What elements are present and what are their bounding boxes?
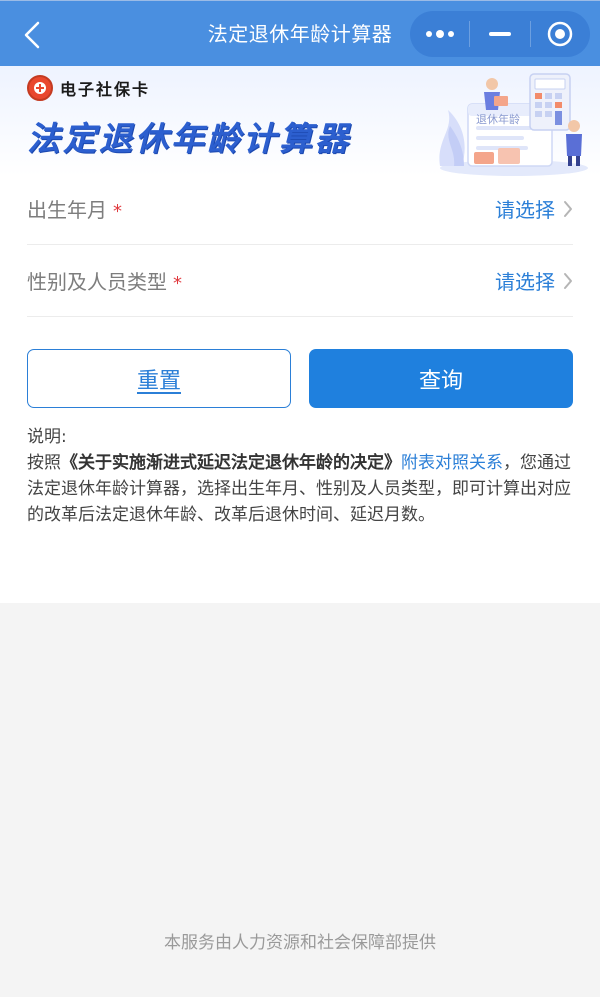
minus-icon: [488, 32, 511, 36]
chevron-right-icon: [564, 200, 572, 217]
birth-month-row[interactable]: 出生年月 * 请选择: [27, 173, 573, 245]
description-heading: 说明:: [27, 427, 67, 447]
gender-type-label-group: 性别及人员类型 *: [27, 266, 182, 295]
minimize-button[interactable]: [470, 11, 529, 57]
footer-provider: 本服务由人力资源和社会保障部提供: [164, 933, 436, 953]
appendix-table-link[interactable]: 附表对照关系: [401, 453, 503, 473]
social-security-logo-icon: [27, 75, 53, 101]
decision-document-title: 《关于实施渐进式延迟法定退休年龄的决定》: [61, 453, 401, 473]
gender-type-value: 请选择: [495, 270, 555, 294]
art-caption: 退休年龄: [476, 112, 520, 126]
brand-name: 电子社保卡: [60, 80, 151, 99]
chevron-right-icon: [564, 272, 572, 289]
back-button[interactable]: [14, 17, 50, 53]
top-bar: 法定退休年龄计算器: [0, 0, 600, 66]
main-content: 电子社保卡 法定退休年龄计算器 退休年龄 出生年月 * 请选择 性别及人员类型 …: [0, 66, 600, 603]
reset-button[interactable]: 重置: [27, 349, 291, 408]
gender-type-select[interactable]: 请选择: [495, 266, 573, 295]
more-dots-icon: [425, 30, 454, 38]
birth-month-select[interactable]: 请选择: [495, 194, 573, 223]
description-body: 按照《关于实施渐进式延迟法定退休年龄的决定》附表对照关系，您通过法定退休年龄计算…: [27, 450, 575, 528]
required-mark: *: [173, 273, 182, 294]
banner-title: 法定退休年龄计算器: [27, 119, 351, 158]
gender-type-row[interactable]: 性别及人员类型 * 请选择: [27, 245, 573, 317]
calculator-illustration-icon: 退休年龄: [439, 73, 588, 176]
birth-month-label-group: 出生年月 *: [27, 194, 122, 223]
mini-program-capsule: [410, 11, 590, 57]
close-button[interactable]: [531, 11, 590, 57]
chevron-left-icon: [24, 21, 40, 49]
gender-type-label: 性别及人员类型: [27, 270, 167, 294]
birth-month-value: 请选择: [495, 198, 555, 222]
target-circle-icon: [548, 21, 573, 47]
query-button[interactable]: 查询: [309, 349, 573, 408]
brand: 电子社保卡: [27, 75, 150, 101]
banner: 电子社保卡 法定退休年龄计算器 退休年龄: [0, 66, 600, 176]
description: 说明: 按照《关于实施渐进式延迟法定退休年龄的决定》附表对照关系，您通过法定退休…: [27, 424, 575, 528]
more-button[interactable]: [410, 11, 469, 57]
required-mark: *: [113, 201, 122, 222]
description-prefix: 按照: [27, 453, 61, 473]
birth-month-label: 出生年月: [27, 198, 107, 222]
